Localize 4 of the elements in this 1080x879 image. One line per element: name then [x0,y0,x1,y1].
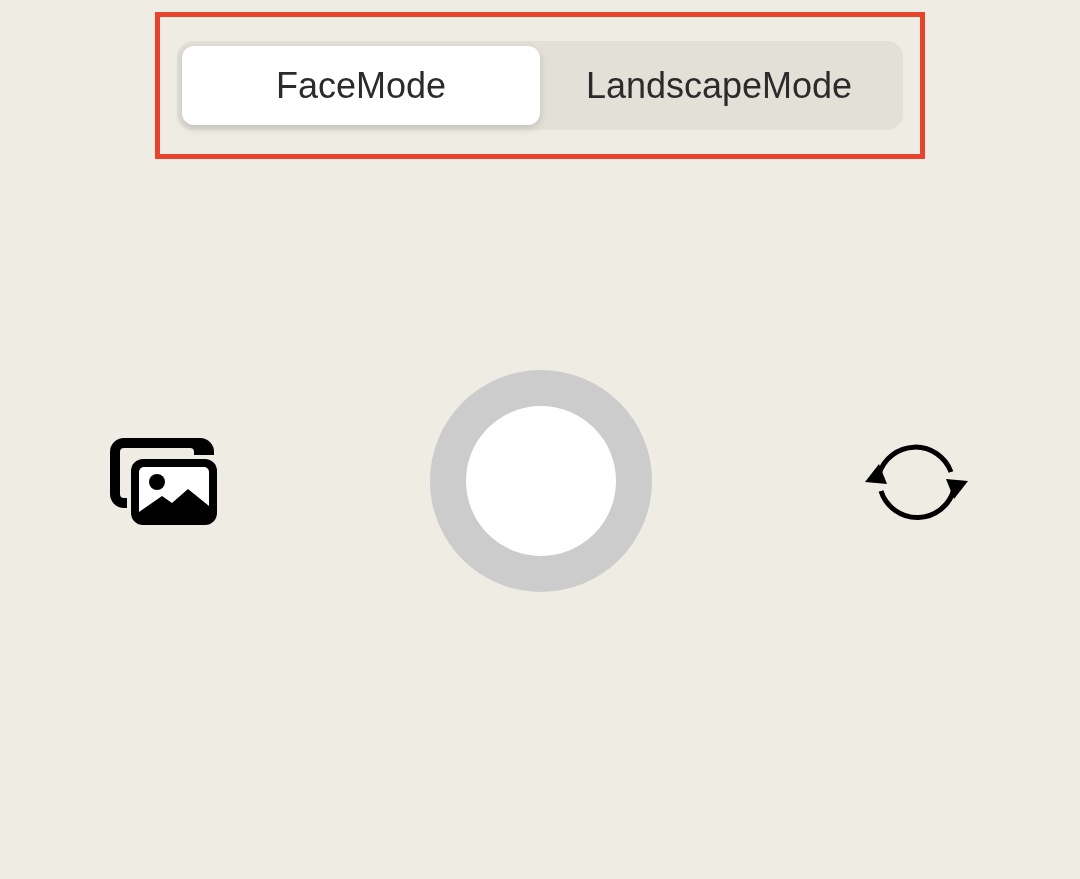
mode-tab[interactable]: LandscapeMode [540,46,898,125]
photos-icon [110,437,217,525]
gallery-button[interactable] [110,437,217,525]
mode-tab[interactable]: FaceMode [182,46,540,125]
